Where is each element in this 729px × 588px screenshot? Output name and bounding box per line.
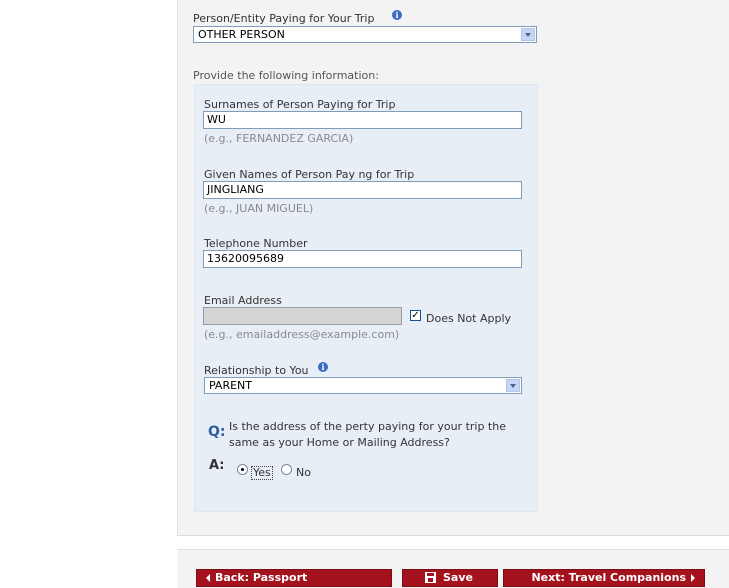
save-icon [425, 572, 436, 583]
given-names-hint: (e.g., JUAN MIGUEL) [204, 202, 314, 215]
does-not-apply-label: Does Not Apply [426, 312, 512, 325]
address-question-line2: same as your Home or Mailing Address? [229, 436, 450, 449]
relationship-label: Relationship to You [204, 364, 309, 377]
arrow-right-icon [691, 574, 695, 582]
address-question-line1: Is the address of the perty paying for y… [229, 420, 506, 433]
provide-info-label: Provide the following information: [193, 69, 379, 82]
info-icon[interactable]: i [392, 10, 402, 20]
answer-marker: A: [209, 458, 225, 473]
back-button[interactable]: Back: Passport [196, 569, 392, 587]
next-button-label: Next: Travel Companions [531, 571, 686, 584]
save-button-label: Save [443, 571, 473, 584]
telephone-input[interactable]: 13620095689 [203, 250, 522, 268]
chevron-down-icon[interactable] [521, 28, 535, 41]
info-icon[interactable]: i [318, 362, 328, 372]
question-marker: Q: [208, 424, 226, 440]
next-button[interactable]: Next: Travel Companions [503, 569, 705, 587]
surnames-input[interactable]: WU [203, 111, 522, 129]
email-label: Email Address [204, 294, 282, 307]
no-radio[interactable] [281, 464, 292, 475]
does-not-apply-checkbox[interactable]: ✓ [410, 310, 421, 321]
relationship-select[interactable]: PARENT [204, 377, 522, 394]
surnames-label: Surnames of Person Paying for Trip [204, 98, 396, 111]
save-button[interactable]: Save [402, 569, 498, 587]
payer-select[interactable]: OTHER PERSON [193, 26, 537, 43]
arrow-left-icon [206, 574, 210, 582]
email-input[interactable] [203, 307, 402, 325]
chevron-down-icon[interactable] [506, 379, 520, 392]
given-names-input[interactable]: JINGLIANG [203, 181, 522, 199]
yes-radio[interactable] [237, 464, 248, 475]
payer-label: Person/Entity Paying for Your Trip [193, 12, 375, 25]
given-names-label: Given Names of Person Pay ng for Trip [204, 168, 415, 181]
payer-select-value: OTHER PERSON [198, 28, 285, 41]
yes-label[interactable]: Yes [251, 466, 273, 480]
back-button-label: Back: Passport [215, 571, 308, 584]
no-label[interactable]: No [296, 466, 311, 479]
surnames-hint: (e.g., FERNANDEZ GARCIA) [204, 132, 354, 145]
telephone-label: Telephone Number [204, 237, 308, 250]
email-hint: (e.g., emailaddress@example.com) [204, 328, 400, 341]
relationship-select-value: PARENT [209, 379, 252, 392]
